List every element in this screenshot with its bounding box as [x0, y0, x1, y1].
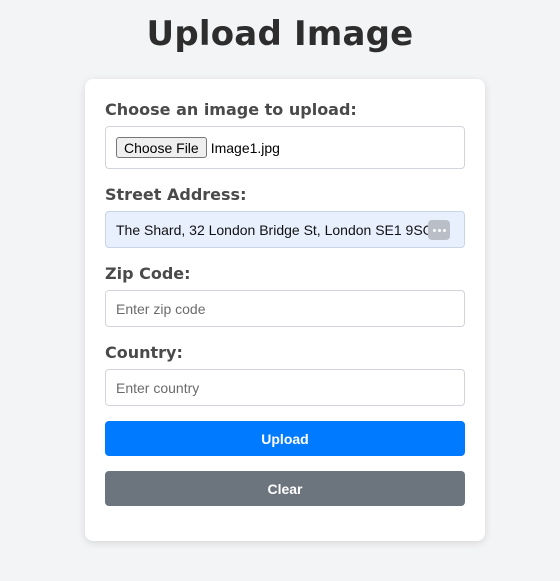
upload-form-card: Choose an image to upload: Choose File I… — [85, 79, 485, 541]
street-address-value: The Shard, 32 London Bridge St, London S… — [116, 221, 434, 238]
choose-file-button[interactable]: Choose File — [116, 137, 207, 158]
street-address-input[interactable]: The Shard, 32 London Bridge St, London S… — [105, 211, 465, 248]
upload-button[interactable]: Upload — [105, 421, 465, 456]
file-input[interactable]: Choose File Image1.jpg — [105, 126, 465, 169]
country-label: Country: — [105, 343, 183, 362]
more-horizontal-icon[interactable] — [428, 220, 450, 240]
zip-code-label: Zip Code: — [105, 264, 191, 283]
street-address-label: Street Address: — [105, 185, 247, 204]
clear-button[interactable]: Clear — [105, 471, 465, 506]
file-label: Choose an image to upload: — [105, 100, 357, 119]
selected-file-name: Image1.jpg — [210, 139, 280, 156]
page-title: Upload Image — [146, 14, 414, 54]
zip-code-input[interactable] — [105, 290, 465, 327]
country-input[interactable] — [105, 369, 465, 406]
